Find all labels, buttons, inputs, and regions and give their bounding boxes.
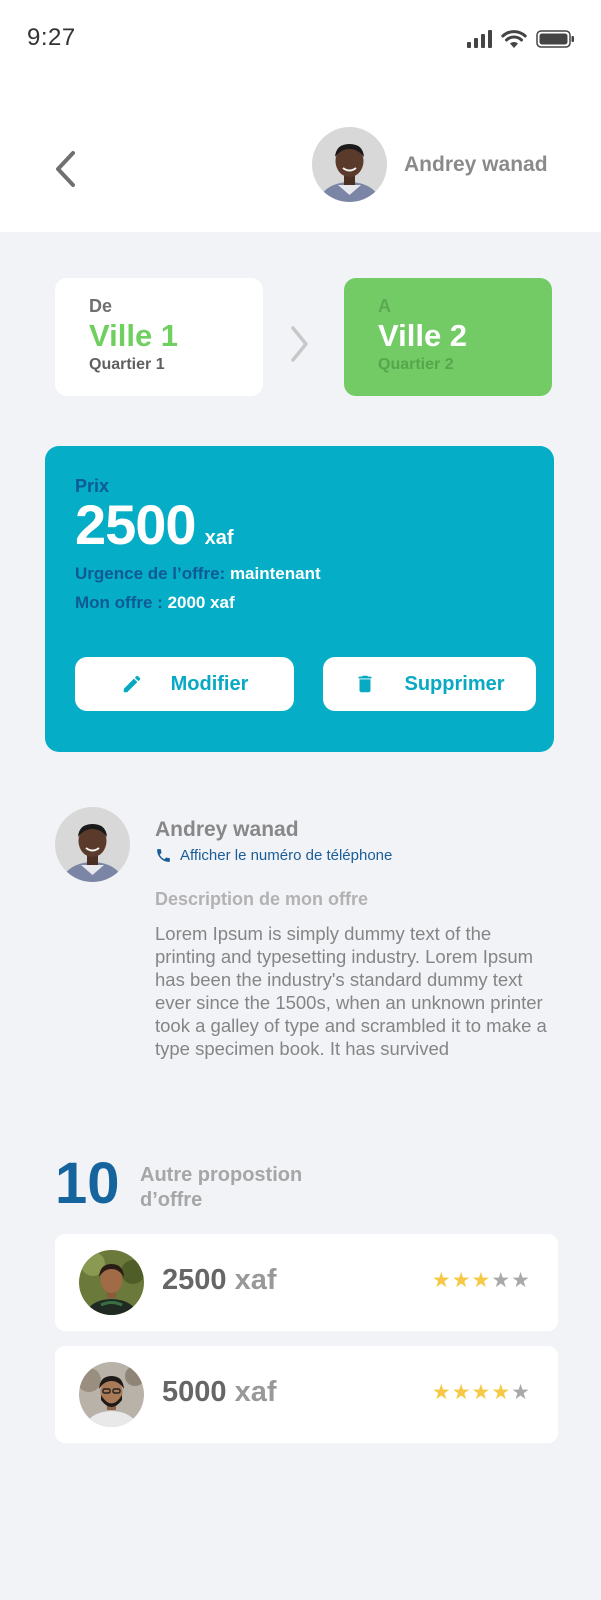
price-value: 2500	[75, 493, 197, 556]
star-filled-icon: ★	[471, 1381, 491, 1404]
description-text: Lorem Ipsum is simply dummy text of the …	[155, 923, 547, 1059]
pencil-icon	[123, 675, 140, 693]
poster-name: Andrey wanad	[155, 818, 299, 841]
chevron-right-icon	[291, 326, 308, 362]
route-to-district: Quartier 2	[378, 356, 454, 373]
proposal-avatar	[79, 1362, 144, 1427]
phone-icon	[157, 849, 170, 862]
proposal-avatar	[79, 1250, 144, 1315]
status-icons	[467, 28, 576, 50]
my-offer-row: Mon offre : 2000 xaf	[75, 593, 524, 613]
price-currency: xaf	[204, 527, 234, 549]
star-filled-icon: ★	[431, 1381, 451, 1404]
route-to-city: Ville 2	[378, 318, 468, 353]
route-to-card: A Ville 2 Quartier 2	[344, 278, 552, 396]
urgency-label: Urgence de l’offre:	[75, 563, 226, 583]
header-area: 9:27 Andrey wanad	[0, 0, 601, 232]
description-title: Description de mon offre	[155, 889, 369, 909]
offer-card: Prix 2500 xaf Urgence de l’offre: mainte…	[45, 446, 554, 752]
show-phone-label: Afficher le numéro de téléphone	[180, 847, 393, 864]
signal-icon	[467, 30, 492, 48]
proposal-currency: xaf	[234, 1376, 277, 1408]
delete-button[interactable]: Supprimer	[323, 657, 536, 711]
status-time: 9:27	[27, 24, 76, 51]
proposal-price: 2500 xaf	[162, 1264, 277, 1297]
proposal-count: 10	[55, 1151, 120, 1216]
show-phone-link[interactable]: Afficher le numéro de téléphone	[155, 847, 392, 864]
delete-button-label: Supprimer	[404, 672, 505, 695]
route-from-label: De	[89, 296, 113, 316]
proposal-item[interactable]: 5000 xaf ★ ★ ★ ★ ★	[55, 1346, 558, 1443]
my-offer-label: Mon offre :	[75, 592, 163, 612]
proposal-price: 5000 xaf	[162, 1376, 277, 1409]
proposal-amount: 5000	[162, 1376, 227, 1408]
star-filled-icon: ★	[451, 1381, 471, 1404]
star-empty-icon: ★	[491, 1269, 511, 1292]
header-user-name: Andrey wanad	[404, 152, 548, 176]
back-button[interactable]	[48, 146, 82, 192]
battery-icon	[536, 30, 574, 48]
star-filled-icon: ★	[431, 1269, 451, 1292]
wifi-icon	[501, 30, 527, 48]
urgency-row: Urgence de l’offre: maintenant	[75, 564, 524, 584]
route-from-district: Quartier 1	[89, 356, 165, 373]
star-filled-icon: ★	[491, 1381, 511, 1404]
chevron-left-icon	[56, 151, 75, 187]
star-filled-icon: ★	[471, 1269, 491, 1292]
star-filled-icon: ★	[451, 1269, 471, 1292]
route-from-card: De Ville 1 Quartier 1	[55, 278, 263, 396]
route-from-city: Ville 1	[89, 318, 179, 353]
my-offer-value: 2000 xaf	[167, 592, 235, 612]
header-user[interactable]: Andrey wanad	[312, 127, 548, 202]
edit-button-label: Modifier	[170, 672, 249, 695]
edit-button[interactable]: Modifier	[75, 657, 294, 711]
trash-icon	[359, 675, 372, 693]
urgency-value: maintenant	[229, 563, 321, 583]
proposal-amount: 2500	[162, 1264, 227, 1296]
route-to-label: A	[378, 296, 391, 316]
proposal-item[interactable]: 2500 xaf ★ ★ ★ ★ ★	[55, 1234, 558, 1331]
star-empty-icon: ★	[511, 1381, 530, 1404]
price-row: 2500 xaf	[75, 493, 524, 556]
poster-avatar	[55, 807, 130, 882]
proposal-count-label: Autre propostion d’offre	[140, 1164, 303, 1211]
star-rating: ★ ★ ★ ★ ★	[432, 1270, 530, 1291]
proposal-currency: xaf	[234, 1264, 277, 1296]
user-avatar	[312, 127, 387, 202]
star-rating: ★ ★ ★ ★ ★	[432, 1382, 530, 1403]
star-empty-icon: ★	[511, 1269, 530, 1292]
